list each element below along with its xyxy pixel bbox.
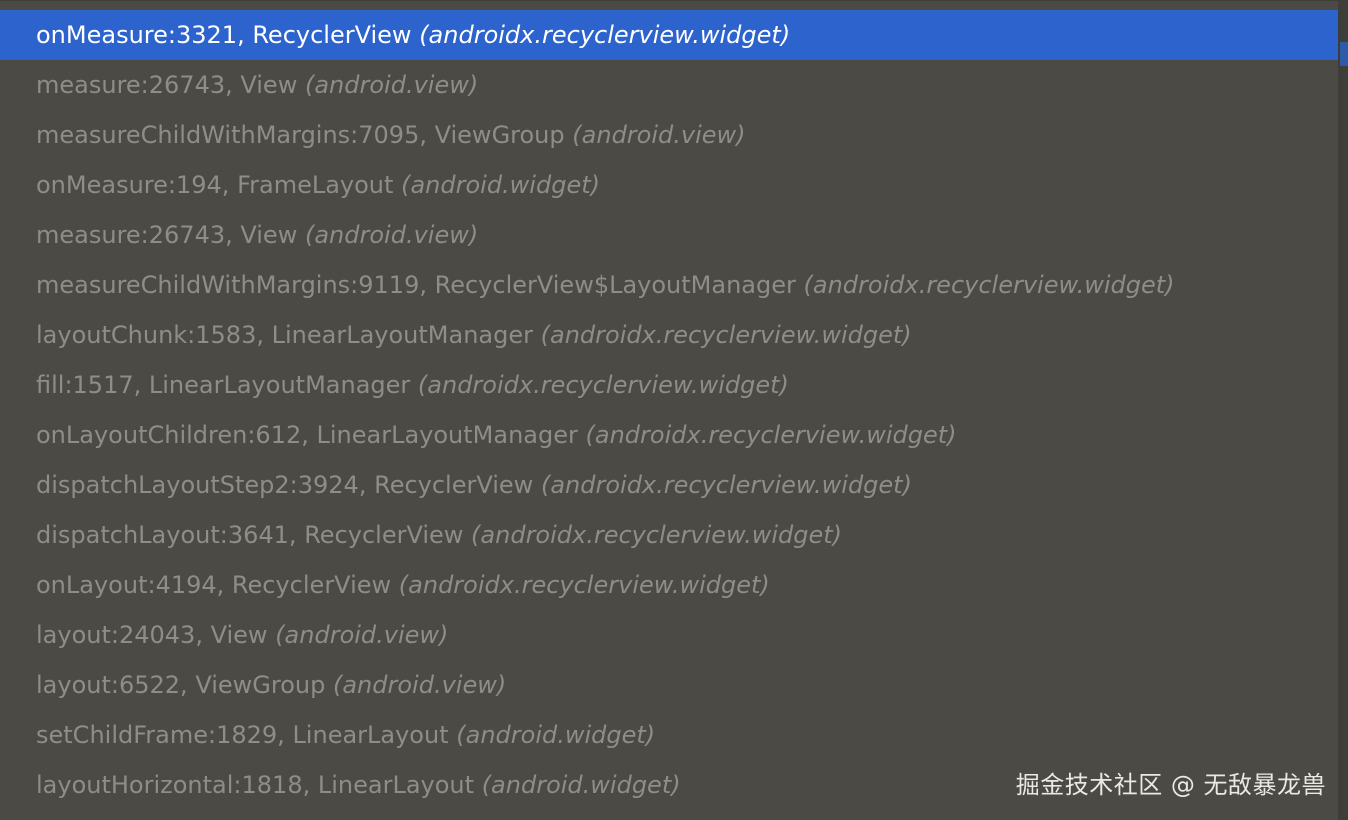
- frame-method: onMeasure:3321: [36, 21, 238, 49]
- stack-frame-row[interactable]: measure:26743, View (android.view): [0, 210, 1338, 260]
- frame-package: (android.widget): [456, 721, 656, 749]
- frame-method: onLayoutChildren:612: [36, 421, 302, 449]
- frame-package: (androidx.recyclerview.widget): [398, 571, 770, 599]
- stack-frame-row[interactable]: measureChildWithMargins:9119, RecyclerVi…: [0, 260, 1338, 310]
- frame-class: RecyclerView: [374, 471, 534, 499]
- frame-package: (android.view): [572, 121, 746, 149]
- frame-class: LinearLayout: [317, 771, 475, 799]
- stack-frame-row[interactable]: onLayout:4194, RecyclerView (androidx.re…: [0, 560, 1338, 610]
- stack-frame-list: onMeasure:3321, RecyclerView (androidx.r…: [0, 10, 1338, 810]
- frame-class: LinearLayout: [292, 721, 449, 749]
- stack-frame-row[interactable]: layout:24043, View (android.view): [0, 610, 1338, 660]
- frame-method: measureChildWithMargins:7095: [36, 121, 420, 149]
- frame-method: measure:26743: [36, 71, 226, 99]
- stack-frame-row[interactable]: dispatchLayoutStep2:3924, RecyclerView (…: [0, 460, 1338, 510]
- stack-frame-row[interactable]: measure:26743, View (android.view): [0, 60, 1338, 110]
- frame-class: View: [240, 221, 298, 249]
- frame-class: LinearLayoutManager: [148, 371, 411, 399]
- frame-package: (android.widget): [401, 171, 600, 199]
- watermark: 掘金技术社区 @ 无敌暴龙兽: [1015, 771, 1326, 799]
- frame-package: (androidx.recyclerview.widget): [417, 371, 789, 399]
- frame-class: View: [210, 621, 268, 649]
- frame-package: (android.view): [304, 71, 479, 99]
- frame-package: (androidx.recyclerview.widget): [585, 421, 957, 449]
- stack-frame-row[interactable]: onMeasure:194, FrameLayout (android.widg…: [0, 160, 1338, 210]
- frame-package: (android.widget): [481, 771, 681, 799]
- stack-frame-row[interactable]: layout:6522, ViewGroup (android.view): [0, 660, 1338, 710]
- frame-method: setChildFrame:1829: [36, 721, 278, 749]
- frame-method: fill:1517: [36, 371, 134, 399]
- frame-package: (android.view): [304, 221, 479, 249]
- frame-class: RecyclerView: [231, 571, 392, 599]
- frame-method: dispatchLayout:3641: [36, 521, 289, 549]
- frame-method: onMeasure:194: [36, 171, 222, 199]
- frame-class: View: [240, 71, 298, 99]
- vertical-scrollbar[interactable]: [1338, 0, 1348, 820]
- stack-frame-row[interactable]: measureChildWithMargins:7095, ViewGroup …: [0, 110, 1338, 160]
- frame-class: FrameLayout: [237, 171, 394, 199]
- scrollbar-selection-marker: [1340, 42, 1348, 66]
- frames-panel: onMeasure:3321, RecyclerView (androidx.r…: [0, 0, 1348, 820]
- stack-frame-row[interactable]: onLayoutChildren:612, LinearLayoutManage…: [0, 410, 1338, 460]
- frame-class: ViewGroup: [195, 671, 326, 699]
- frame-package: (androidx.recyclerview.widget): [540, 321, 912, 349]
- frame-package: (androidx.recyclerview.widget): [419, 21, 791, 49]
- frame-method: onLayout:4194: [36, 571, 217, 599]
- stack-frame-row[interactable]: setChildFrame:1829, LinearLayout (androi…: [0, 710, 1338, 760]
- stack-frame-row[interactable]: fill:1517, LinearLayoutManager (androidx…: [0, 360, 1338, 410]
- frame-package: (androidx.recyclerview.widget): [471, 521, 843, 549]
- frame-class: LinearLayoutManager: [271, 321, 533, 349]
- frame-method: layout:6522: [36, 671, 181, 699]
- frame-method: layout:24043: [36, 621, 196, 649]
- frame-package: (androidx.recyclerview.widget): [803, 271, 1175, 299]
- frame-package: (android.view): [332, 671, 507, 699]
- stack-frame-row[interactable]: layoutChunk:1583, LinearLayoutManager (a…: [0, 310, 1338, 360]
- stack-frame-row-selected[interactable]: onMeasure:3321, RecyclerView (androidx.r…: [0, 10, 1338, 60]
- frame-class: LinearLayoutManager: [316, 421, 578, 449]
- frame-class: RecyclerView: [304, 521, 464, 549]
- frame-method: measure:26743: [36, 221, 226, 249]
- frame-class: RecyclerView: [252, 21, 412, 49]
- frame-package: (android.view): [275, 621, 449, 649]
- frame-class: RecyclerView$LayoutManager: [434, 271, 796, 299]
- frame-method: dispatchLayoutStep2:3924: [36, 471, 359, 499]
- frame-method: layoutChunk:1583: [36, 321, 257, 349]
- frame-class: ViewGroup: [434, 121, 565, 149]
- stack-frame-row[interactable]: dispatchLayout:3641, RecyclerView (andro…: [0, 510, 1338, 560]
- frame-method: layoutHorizontal:1818: [36, 771, 303, 799]
- frame-method: measureChildWithMargins:9119: [36, 271, 420, 299]
- frame-package: (androidx.recyclerview.widget): [540, 471, 912, 499]
